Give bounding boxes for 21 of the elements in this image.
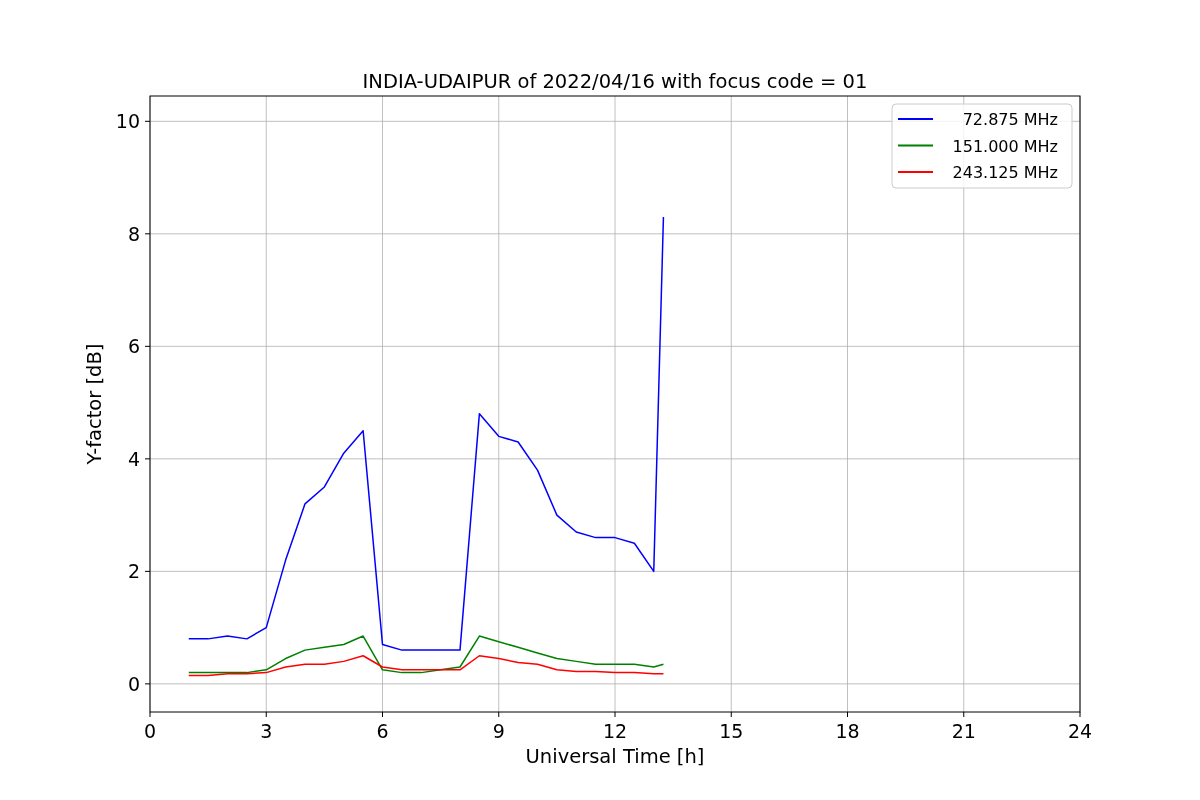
x-tick-label: 12: [602, 720, 628, 742]
y-axis-label: Y-factor [dB]: [83, 343, 106, 465]
legend-label: 72.875 MHz: [962, 110, 1058, 129]
y-tick-label: 10: [115, 110, 140, 133]
y-tick-label: 4: [127, 447, 140, 470]
x-tick-label: 9: [492, 720, 505, 742]
x-tick-label: 0: [143, 720, 157, 742]
x-axis-label: Universal Time [h]: [525, 745, 705, 768]
x-tick-label: 18: [835, 720, 860, 742]
y-tick-label: 8: [127, 222, 140, 245]
legend-label: 243.125 MHz: [952, 163, 1058, 182]
x-tick-label: 21: [951, 720, 976, 742]
chart-title: INDIA-UDAIPUR of 2022/04/16 with focus code = 01: [362, 70, 868, 93]
x-tick-label: 3: [260, 720, 273, 742]
y-tick-label: 0: [127, 672, 140, 695]
legend-label: 151.000 MHz: [952, 136, 1058, 156]
y-tick-label: 6: [127, 335, 140, 358]
y-tick-label: 2: [127, 560, 140, 583]
x-tick-label: 24: [1067, 720, 1093, 742]
x-tick-label: 6: [376, 720, 389, 742]
x-tick-label: 15: [719, 720, 744, 742]
